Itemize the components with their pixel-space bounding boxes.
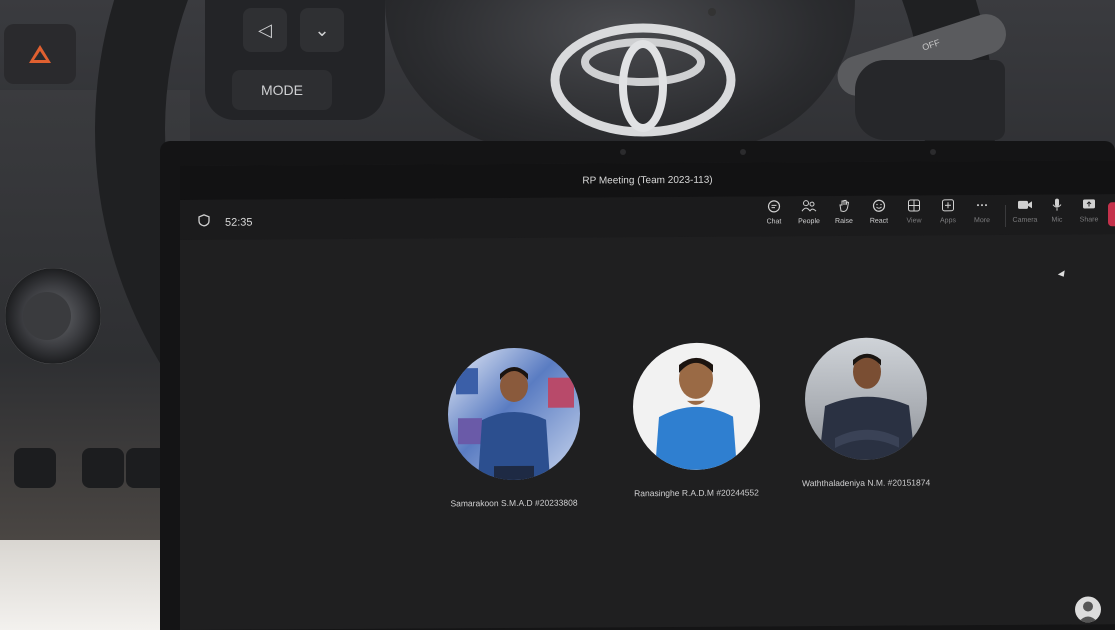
react-label: React — [869, 217, 889, 225]
mic-button[interactable]: Mic — [1040, 197, 1074, 233]
more-icon — [974, 197, 990, 213]
people-icon — [801, 198, 817, 214]
mic-icon — [1049, 197, 1065, 213]
participant-tile[interactable]: Samarakoon S.M.A.D #20233808 — [448, 347, 580, 509]
hazard-button[interactable] — [4, 24, 76, 84]
bezel-sensor — [930, 149, 936, 155]
avatar — [448, 347, 580, 481]
shield-icon — [198, 214, 210, 227]
hazard-icon — [29, 45, 51, 63]
camera-icon — [1017, 197, 1033, 213]
right-control-pod — [855, 60, 1005, 140]
camera-button[interactable]: Camera — [1008, 197, 1042, 233]
more-label: More — [974, 217, 990, 225]
participant-name: Ranasinghe R.A.D.M #20244552 — [634, 487, 759, 499]
raise-label: Raise — [835, 217, 853, 225]
view-button[interactable]: View — [897, 197, 931, 233]
volume-down-button[interactable]: ⌄ — [300, 8, 344, 52]
dash-switch-2[interactable] — [82, 448, 124, 488]
avatar — [805, 337, 928, 461]
toolbar-divider — [1005, 204, 1006, 227]
participant-stage: Samarakoon S.M.A.D #20233808 Ranasinghe … — [180, 234, 1115, 630]
apps-label: Apps — [940, 217, 956, 225]
share-label: Share — [1079, 216, 1099, 224]
view-label: View — [906, 217, 922, 225]
view-icon — [906, 197, 922, 213]
react-button[interactable]: React — [862, 198, 896, 234]
apps-button[interactable]: Apps — [931, 197, 965, 233]
avatar — [633, 342, 760, 471]
more-button[interactable]: More — [965, 197, 999, 233]
chat-icon — [766, 198, 782, 214]
raise-hand-button[interactable]: Raise — [827, 198, 861, 234]
toyota-logo — [550, 23, 736, 137]
participant-tile[interactable]: Waththaladeniya N.M. #20151874 — [802, 337, 930, 488]
react-icon — [871, 198, 887, 214]
participant-tile[interactable]: Ranasinghe R.A.D.M #20244552 — [633, 342, 760, 498]
chat-label: Chat — [766, 218, 782, 226]
share-icon — [1081, 196, 1097, 212]
meeting-toolbar: 52:35 Chat People Raise React View Apps … — [180, 194, 1115, 240]
meeting-window: RP Meeting (Team 2023-113) 52:35 Chat Pe… — [180, 160, 1115, 630]
leave-button[interactable] — [1108, 202, 1115, 227]
raise-hand-icon — [836, 198, 852, 214]
share-button[interactable]: Share — [1072, 196, 1106, 232]
participant-name: Samarakoon S.M.A.D #20233808 — [450, 497, 578, 509]
meeting-title: RP Meeting (Team 2023-113) — [582, 174, 713, 187]
mic-label: Mic — [1051, 216, 1063, 224]
mode-button[interactable]: MODE — [232, 70, 332, 110]
apps-icon — [940, 197, 956, 213]
participant-name: Waththaladeniya N.M. #20151874 — [802, 477, 931, 489]
self-view-avatar[interactable] — [1075, 596, 1101, 623]
people-label: People — [798, 218, 820, 226]
webcam — [708, 8, 716, 16]
title-bar: RP Meeting (Team 2023-113) — [180, 160, 1115, 200]
people-button[interactable]: People — [792, 198, 826, 234]
camera-label: Camera — [1012, 216, 1038, 224]
bezel-sensor — [620, 149, 626, 155]
bezel-sensor — [740, 149, 746, 155]
volume-up-button[interactable]: ◁ — [243, 8, 287, 52]
dash-switch-1[interactable] — [14, 448, 56, 488]
chat-button[interactable]: Chat — [757, 198, 791, 234]
climate-knob-center — [23, 292, 71, 340]
meeting-timer: 52:35 — [225, 216, 253, 229]
mouse-cursor — [1057, 270, 1068, 279]
